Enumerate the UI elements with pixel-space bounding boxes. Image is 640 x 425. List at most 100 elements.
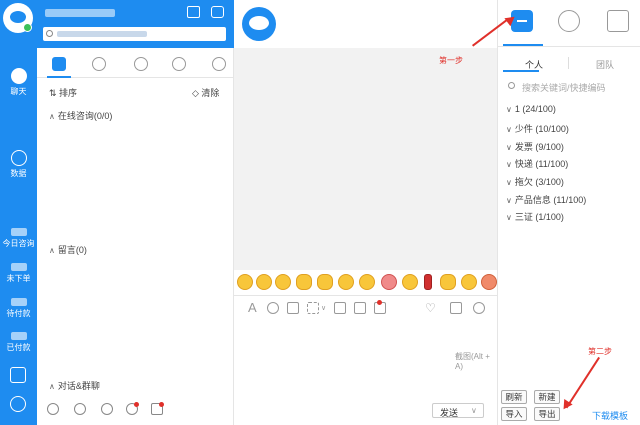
rail-paid-label: 已付款 bbox=[6, 343, 31, 352]
pie-chart-icon bbox=[10, 150, 27, 166]
emoji-victory-icon[interactable] bbox=[296, 274, 312, 290]
notification-dot bbox=[159, 402, 164, 407]
group-chat[interactable]: ∧ 对话&群聊 bbox=[49, 379, 100, 392]
emoji-grin-icon[interactable] bbox=[275, 274, 291, 290]
tree-item-label: 拖欠 (3/100) bbox=[514, 177, 564, 187]
chevron-down-icon: ∨ bbox=[506, 160, 512, 169]
emoji-thinking-icon[interactable] bbox=[338, 274, 354, 290]
user-group-icon[interactable] bbox=[74, 403, 86, 415]
step1-annotation: 第一步 bbox=[439, 56, 463, 65]
chevron-down-icon[interactable]: ∨ bbox=[321, 304, 326, 312]
download-template-link[interactable]: 下载模板 bbox=[592, 409, 628, 422]
tree-item[interactable]: ∨ 三证 (1/100) bbox=[506, 210, 564, 223]
screenshot-icon[interactable] bbox=[307, 302, 319, 314]
tree-item[interactable]: ∨ 快递 (11/100) bbox=[506, 157, 568, 170]
notification-dot bbox=[377, 300, 382, 305]
rail-today[interactable]: 今日咨询 bbox=[0, 228, 37, 249]
count-badge bbox=[10, 263, 27, 271]
count-badge bbox=[10, 298, 27, 306]
file-icon[interactable] bbox=[354, 302, 366, 314]
keyword-search-placeholder: 搜索关键词/快捷编码 bbox=[522, 83, 606, 93]
refresh-button[interactable]: 刷新 bbox=[501, 390, 527, 404]
emoji-love-icon[interactable] bbox=[381, 274, 397, 290]
rail-data[interactable]: 数据 bbox=[0, 150, 37, 179]
chevron-up-icon: ∧ bbox=[49, 246, 55, 255]
group-online[interactable]: ∧ 在线咨询(0/0) bbox=[49, 109, 112, 122]
tree-item[interactable]: ∨ 少件 (10/100) bbox=[506, 122, 569, 135]
emoji-laugh-icon[interactable] bbox=[256, 274, 272, 290]
history-tab-icon[interactable] bbox=[558, 10, 580, 32]
emoji-sunglasses-icon[interactable] bbox=[359, 274, 375, 290]
send-label: 发送 bbox=[440, 408, 459, 418]
send-button[interactable]: 发送 ∨ bbox=[432, 403, 484, 418]
list-tabs bbox=[37, 48, 234, 78]
rail-data-label: 数据 bbox=[10, 169, 27, 178]
segment-underline bbox=[503, 70, 539, 72]
emoji-handshake-icon[interactable] bbox=[317, 274, 333, 290]
tab-underline bbox=[47, 76, 71, 78]
rail-pending[interactable]: 待付款 bbox=[0, 298, 37, 319]
import-button[interactable]: 导入 bbox=[501, 407, 527, 421]
rail-unordered[interactable]: 未下单 bbox=[0, 263, 37, 284]
user-avatar[interactable] bbox=[3, 3, 33, 33]
emoji-wink-icon[interactable] bbox=[461, 274, 477, 290]
transfer-tab-icon[interactable] bbox=[607, 10, 629, 32]
font-icon[interactable]: A bbox=[248, 301, 260, 314]
tree-item[interactable]: ∨ 1 (24/100) bbox=[506, 104, 556, 114]
tab-clock-icon[interactable] bbox=[92, 57, 106, 71]
blurred-search-text bbox=[57, 31, 147, 37]
tab-contact-icon[interactable] bbox=[172, 57, 186, 71]
rail-chat-label: 聊天 bbox=[10, 87, 27, 96]
message-area bbox=[234, 48, 497, 270]
calendar-icon[interactable] bbox=[334, 302, 346, 314]
tree-item-label: 发票 (9/100) bbox=[514, 142, 564, 152]
tree-item[interactable]: ∨ 拖欠 (3/100) bbox=[506, 175, 564, 188]
robot-icon[interactable] bbox=[211, 6, 224, 18]
keyword-search-input[interactable]: 搜索关键词/快捷编码 bbox=[503, 78, 636, 94]
segment-team[interactable]: 团队 bbox=[596, 58, 614, 71]
sort-button[interactable]: ⇅ 排序 bbox=[49, 86, 77, 99]
emoji-smile-icon[interactable] bbox=[237, 274, 253, 290]
search-input[interactable] bbox=[43, 27, 226, 41]
history-clock-icon[interactable] bbox=[473, 302, 485, 314]
eraser-icon: ◇ bbox=[192, 88, 202, 98]
tree-item[interactable]: ∨ 发票 (9/100) bbox=[506, 140, 564, 153]
emoji-thumbs-up-icon[interactable] bbox=[440, 274, 456, 290]
apps-grid-icon[interactable] bbox=[10, 367, 26, 383]
group-message[interactable]: ∧ 留言(0) bbox=[49, 243, 87, 256]
quick-reply-icon[interactable] bbox=[450, 302, 462, 314]
image-icon[interactable] bbox=[287, 302, 299, 314]
clear-label: 清除 bbox=[201, 88, 220, 98]
tree-item[interactable]: ∨ 产品信息 (11/100) bbox=[506, 193, 586, 206]
create-button[interactable]: 新建 bbox=[534, 390, 560, 404]
emoji-heart-icon[interactable] bbox=[481, 274, 497, 290]
emoji-icon[interactable] bbox=[267, 302, 279, 314]
sort-label: 排序 bbox=[59, 88, 78, 98]
bottom-toolbar bbox=[47, 402, 227, 417]
rail-chat[interactable]: 聊天 bbox=[0, 68, 37, 97]
service-icon[interactable] bbox=[10, 396, 26, 412]
tab-chat-icon[interactable] bbox=[52, 57, 66, 71]
tree-item-label: 产品信息 (11/100) bbox=[514, 195, 587, 205]
chevron-down-icon: ∨ bbox=[506, 196, 512, 205]
rail-today-label: 今日咨询 bbox=[2, 239, 35, 248]
customer-icon[interactable] bbox=[101, 403, 113, 415]
sort-icon: ⇅ bbox=[49, 88, 60, 98]
add-user-icon[interactable] bbox=[47, 403, 59, 415]
emoji-rose-icon[interactable] bbox=[424, 274, 432, 290]
heart-icon[interactable]: ♡ bbox=[425, 302, 437, 314]
emoji-happy-icon[interactable] bbox=[402, 274, 418, 290]
clear-button[interactable]: ◇ 清除 bbox=[192, 86, 219, 99]
chevron-up-icon: ∧ bbox=[49, 112, 55, 121]
tab-group-icon[interactable] bbox=[212, 57, 226, 71]
tree-item-label: 1 (24/100) bbox=[514, 104, 556, 114]
divider bbox=[498, 46, 640, 47]
tab-user-icon[interactable] bbox=[134, 57, 148, 71]
contact-avatar bbox=[242, 7, 276, 41]
export-button[interactable]: 导出 bbox=[534, 407, 560, 421]
group-message-label: 留言(0) bbox=[57, 245, 87, 255]
rail-paid[interactable]: 已付款 bbox=[0, 332, 37, 353]
calendar-icon[interactable] bbox=[187, 6, 200, 18]
notification-dot bbox=[134, 402, 139, 407]
chevron-down-icon: ∨ bbox=[506, 105, 512, 114]
